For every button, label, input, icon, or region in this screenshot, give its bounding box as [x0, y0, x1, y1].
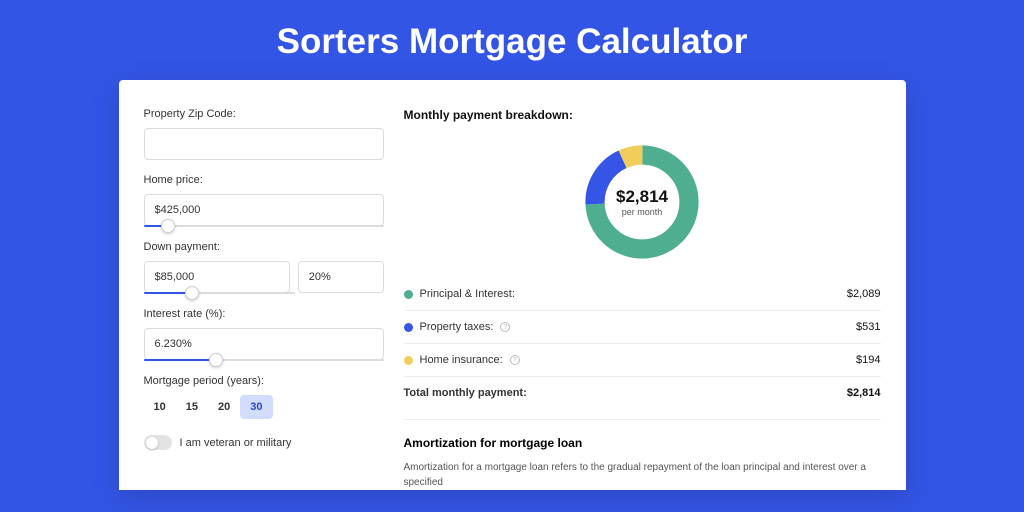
donut-amount: $2,814 — [616, 187, 668, 207]
period-option-15[interactable]: 15 — [176, 395, 208, 419]
breakdown-panel: Monthly payment breakdown: $2,814 per mo… — [404, 108, 881, 490]
down-slider[interactable] — [144, 292, 295, 294]
period-label: Mortgage period (years): — [144, 375, 384, 387]
zip-field: Property Zip Code: — [144, 108, 384, 160]
info-icon[interactable]: ? — [510, 355, 520, 365]
price-input[interactable] — [144, 194, 384, 226]
legend-label-insurance: Home insurance: — [420, 354, 503, 366]
veteran-toggle-knob — [146, 437, 158, 449]
legend-dot-insurance — [404, 356, 413, 365]
rate-slider[interactable] — [144, 359, 384, 361]
period-option-10[interactable]: 10 — [144, 395, 176, 419]
legend-label-total: Total monthly payment: — [404, 387, 527, 399]
amortization-section: Amortization for mortgage loan Amortizat… — [404, 419, 881, 490]
veteran-toggle[interactable] — [144, 435, 172, 450]
down-field: Down payment: — [144, 241, 384, 294]
legend-dot-taxes — [404, 323, 413, 332]
amortization-text: Amortization for a mortgage loan refers … — [404, 460, 881, 490]
legend-label-principal: Principal & Interest: — [420, 288, 515, 300]
price-slider-thumb[interactable] — [161, 219, 175, 233]
price-field: Home price: — [144, 174, 384, 227]
period-option-20[interactable]: 20 — [208, 395, 240, 419]
rate-field: Interest rate (%): — [144, 308, 384, 361]
info-icon[interactable]: ? — [500, 322, 510, 332]
down-amount-input[interactable] — [144, 261, 290, 293]
legend-value-principal: $2,089 — [847, 288, 881, 300]
price-label: Home price: — [144, 174, 384, 186]
zip-input[interactable] — [144, 128, 384, 160]
rate-input[interactable] — [144, 328, 384, 360]
legend-row-total: Total monthly payment: $2,814 — [404, 376, 881, 409]
veteran-label: I am veteran or military — [180, 437, 292, 449]
donut-chart-wrap: $2,814 per month — [404, 136, 881, 278]
page-title: Sorters Mortgage Calculator — [0, 0, 1024, 80]
legend-value-insurance: $194 — [856, 354, 880, 366]
donut-chart: $2,814 per month — [580, 140, 704, 264]
inputs-panel: Property Zip Code: Home price: Down paym… — [144, 108, 384, 490]
donut-center: $2,814 per month — [580, 140, 704, 264]
period-options: 10 15 20 30 — [144, 395, 384, 419]
legend-value-taxes: $531 — [856, 321, 880, 333]
legend-row-insurance: Home insurance: ? $194 — [404, 343, 881, 376]
rate-label: Interest rate (%): — [144, 308, 384, 320]
down-slider-thumb[interactable] — [185, 286, 199, 300]
amortization-title: Amortization for mortgage loan — [404, 436, 881, 450]
legend-row-principal: Principal & Interest: $2,089 — [404, 278, 881, 310]
breakdown-title: Monthly payment breakdown: — [404, 108, 881, 122]
period-field: Mortgage period (years): 10 15 20 30 — [144, 375, 384, 419]
zip-label: Property Zip Code: — [144, 108, 384, 120]
legend-value-total: $2,814 — [847, 387, 881, 399]
veteran-row: I am veteran or military — [144, 435, 384, 450]
calculator-card: Property Zip Code: Home price: Down paym… — [119, 80, 906, 490]
donut-sub: per month — [622, 207, 663, 217]
legend-dot-principal — [404, 290, 413, 299]
price-slider[interactable] — [144, 225, 384, 227]
period-option-30[interactable]: 30 — [240, 395, 272, 419]
down-label: Down payment: — [144, 241, 384, 253]
down-pct-input[interactable] — [298, 261, 384, 293]
rate-slider-thumb[interactable] — [209, 353, 223, 367]
legend-row-taxes: Property taxes: ? $531 — [404, 310, 881, 343]
legend-label-taxes: Property taxes: — [420, 321, 494, 333]
